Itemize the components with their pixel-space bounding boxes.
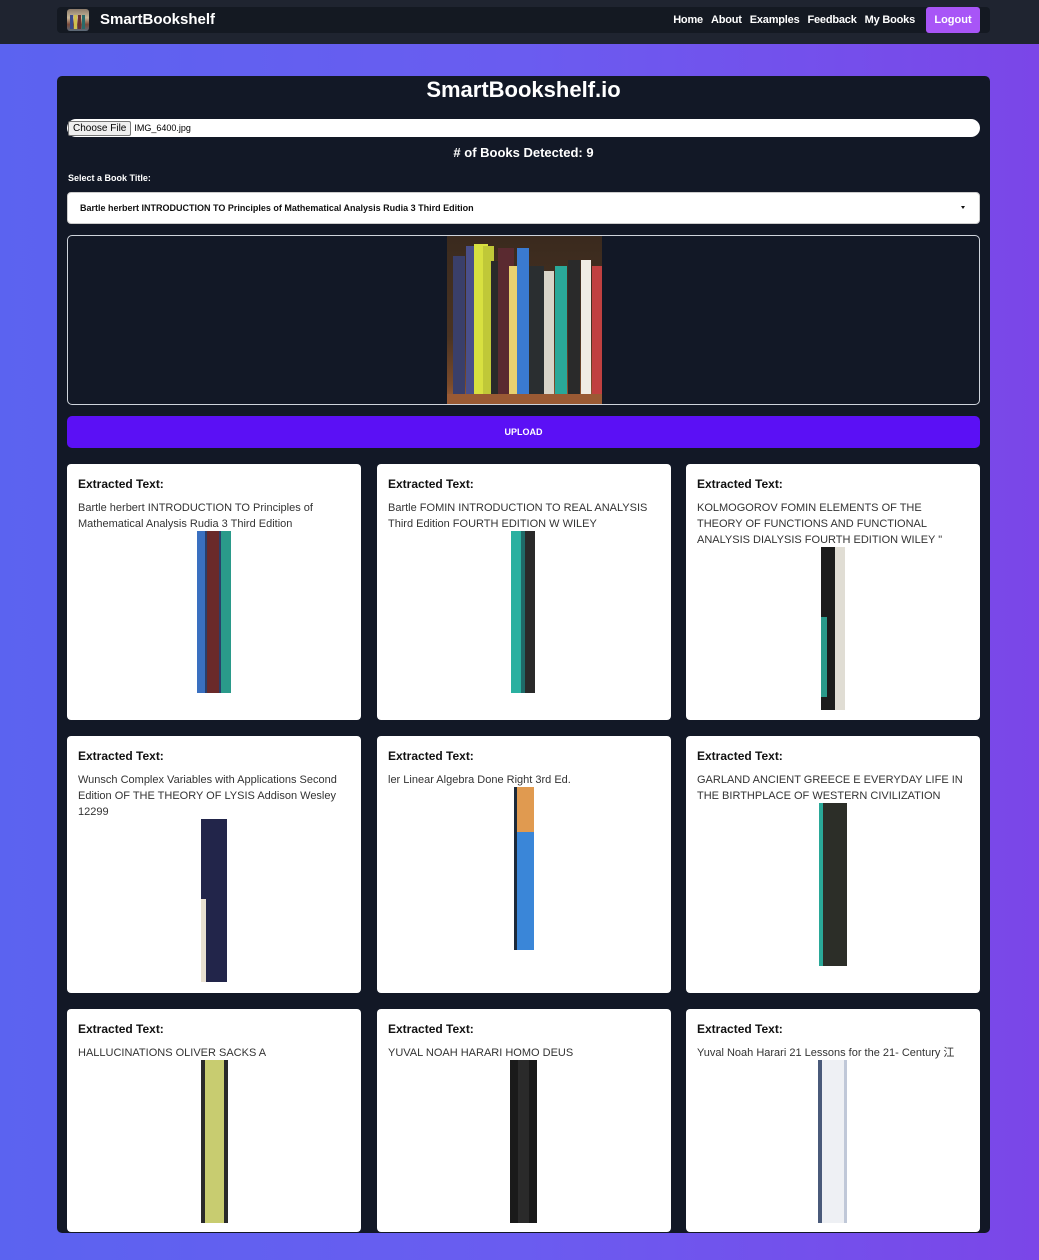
page-title: SmartBookshelf.io <box>426 77 621 102</box>
book-spine-image <box>201 1060 228 1223</box>
card-heading: Extracted Text: <box>78 749 164 763</box>
book-spine-image <box>821 547 845 710</box>
card-heading: Extracted Text: <box>78 477 164 491</box>
selected-book-title: Bartle herbert INTRODUCTION TO Principle… <box>80 203 474 213</box>
extracted-text: Bartle herbert INTRODUCTION TO Principle… <box>78 502 313 530</box>
logout-button[interactable]: Logout <box>926 7 980 33</box>
book-spine-image <box>510 1060 537 1223</box>
bookshelf-photo <box>447 236 602 404</box>
nav-link-examples[interactable]: Examples <box>750 14 800 26</box>
extracted-card: Extracted Text: Wunsch Complex Variables… <box>67 736 361 993</box>
extracted-card: Extracted Text: HALLUCINATIONS OLIVER SA… <box>67 1009 361 1232</box>
extracted-card: Extracted Text: ler Linear Algebra Done … <box>377 736 671 993</box>
extracted-text: Wunsch Complex Variables with Applicatio… <box>78 774 337 818</box>
nav-link-feedback[interactable]: Feedback <box>807 14 856 26</box>
book-spine-image <box>514 787 534 950</box>
books-detected-count: # of Books Detected: 9 <box>453 145 594 160</box>
extracted-card: Extracted Text: YUVAL NOAH HARARI HOMO D… <box>377 1009 671 1232</box>
book-title-select[interactable]: Bartle herbert INTRODUCTION TO Principle… <box>67 192 980 224</box>
card-heading: Extracted Text: <box>697 1022 783 1036</box>
card-heading: Extracted Text: <box>388 749 474 763</box>
nav-link-about[interactable]: About <box>711 14 742 26</box>
card-heading: Extracted Text: <box>78 1022 164 1036</box>
top-bar: SmartBookshelf Home About Examples Feedb… <box>0 0 1039 44</box>
book-spine-image <box>511 531 535 693</box>
bookshelf-logo-icon[interactable] <box>67 9 89 31</box>
upload-button[interactable]: UPLOAD <box>67 416 980 448</box>
extracted-text: KOLMOGOROV FOMIN ELEMENTS OF THE THEORY … <box>697 502 943 546</box>
extracted-card: Extracted Text: Bartle herbert INTRODUCT… <box>67 464 361 720</box>
card-heading: Extracted Text: <box>388 477 474 491</box>
card-heading: Extracted Text: <box>697 477 783 491</box>
book-spine-image <box>197 531 231 693</box>
book-spine-image <box>818 1060 847 1223</box>
card-heading: Extracted Text: <box>697 749 783 763</box>
nav-link-my-books[interactable]: My Books <box>865 14 916 26</box>
extracted-text: GARLAND ANCIENT GREECE E EVERYDAY LIFE I… <box>697 774 963 802</box>
extracted-text: Yuval Noah Harari 21 Lessons for the 21-… <box>697 1047 955 1059</box>
extracted-text: YUVAL NOAH HARARI HOMO DEUS <box>388 1047 574 1059</box>
nav-link-home[interactable]: Home <box>673 14 703 26</box>
nav-links: Home About Examples Feedback My Books Lo… <box>665 7 980 33</box>
book-spine-image <box>201 819 227 982</box>
extracted-card: Extracted Text: GARLAND ANCIENT GREECE E… <box>686 736 980 993</box>
extracted-text: HALLUCINATIONS OLIVER SACKS A <box>78 1047 267 1059</box>
image-preview <box>67 235 980 405</box>
chevron-down-icon <box>961 206 965 209</box>
brand-name[interactable]: SmartBookshelf <box>100 11 215 28</box>
choose-file-button[interactable]: Choose File <box>68 120 132 136</box>
card-heading: Extracted Text: <box>388 1022 474 1036</box>
file-name: IMG_6400.jpg <box>134 123 191 133</box>
file-input[interactable]: Choose File IMG_6400.jpg <box>67 119 980 137</box>
extracted-card: Extracted Text: Bartle FOMIN INTRODUCTIO… <box>377 464 671 720</box>
book-select-label: Select a Book Title: <box>68 173 151 183</box>
extracted-text: ler Linear Algebra Done Right 3rd Ed. <box>388 774 571 786</box>
extracted-card: Extracted Text: KOLMOGOROV FOMIN ELEMENT… <box>686 464 980 720</box>
extracted-card: Extracted Text: Yuval Noah Harari 21 Les… <box>686 1009 980 1232</box>
extracted-text: Bartle FOMIN INTRODUCTION TO REAL ANALYS… <box>388 502 648 530</box>
book-spine-image <box>819 803 847 966</box>
navbar: SmartBookshelf Home About Examples Feedb… <box>57 7 990 33</box>
